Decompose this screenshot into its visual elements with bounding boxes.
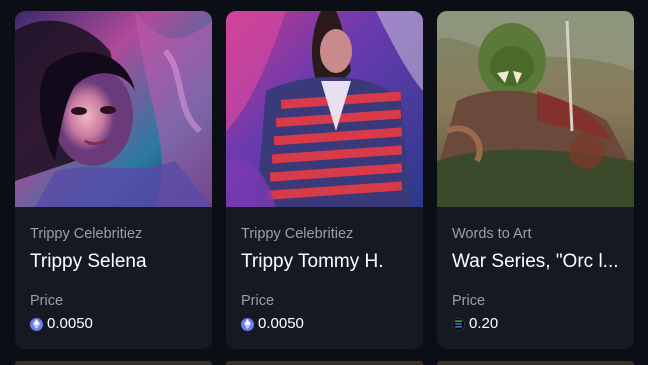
ethereum-icon: [30, 317, 43, 331]
price-label: Price: [452, 293, 486, 309]
price-label: Price: [241, 293, 275, 309]
nft-title[interactable]: Trippy Selena: [30, 250, 198, 274]
collection-name[interactable]: Trippy Celebritiez: [30, 225, 198, 243]
nft-card[interactable]: Trippy Celebritiez Trippy Selena Price 0…: [15, 11, 212, 349]
card-edge: [15, 361, 212, 365]
collection-name[interactable]: Words to Art: [452, 225, 620, 243]
price-row: 0.0050: [30, 315, 198, 333]
price-row: 0.20: [452, 315, 620, 333]
price-row: 0.0050: [241, 315, 409, 333]
price-value: 0.0050: [47, 315, 93, 332]
nft-card[interactable]: Trippy Celebritiez Trippy Tommy H. Price…: [226, 11, 423, 349]
nft-image[interactable]: [437, 11, 634, 207]
price-value: 0.20: [469, 315, 499, 332]
nft-image[interactable]: [15, 11, 212, 207]
nft-card[interactable]: Words to Art War Series, "Orc l... Price…: [437, 11, 634, 349]
collection-name[interactable]: Trippy Celebritiez: [241, 225, 409, 243]
ethereum-icon: [241, 317, 254, 331]
nft-image[interactable]: [226, 11, 423, 207]
card-edge: [437, 361, 634, 365]
solana-icon: [452, 317, 465, 331]
next-row-peek: [0, 361, 648, 365]
card-edge: [226, 361, 423, 365]
nft-title[interactable]: Trippy Tommy H.: [241, 250, 409, 274]
nft-title[interactable]: War Series, "Orc l...: [452, 250, 620, 274]
price-label: Price: [30, 293, 64, 309]
nft-card-grid: Trippy Celebritiez Trippy Selena Price 0…: [0, 0, 648, 365]
price-value: 0.0050: [258, 315, 304, 332]
